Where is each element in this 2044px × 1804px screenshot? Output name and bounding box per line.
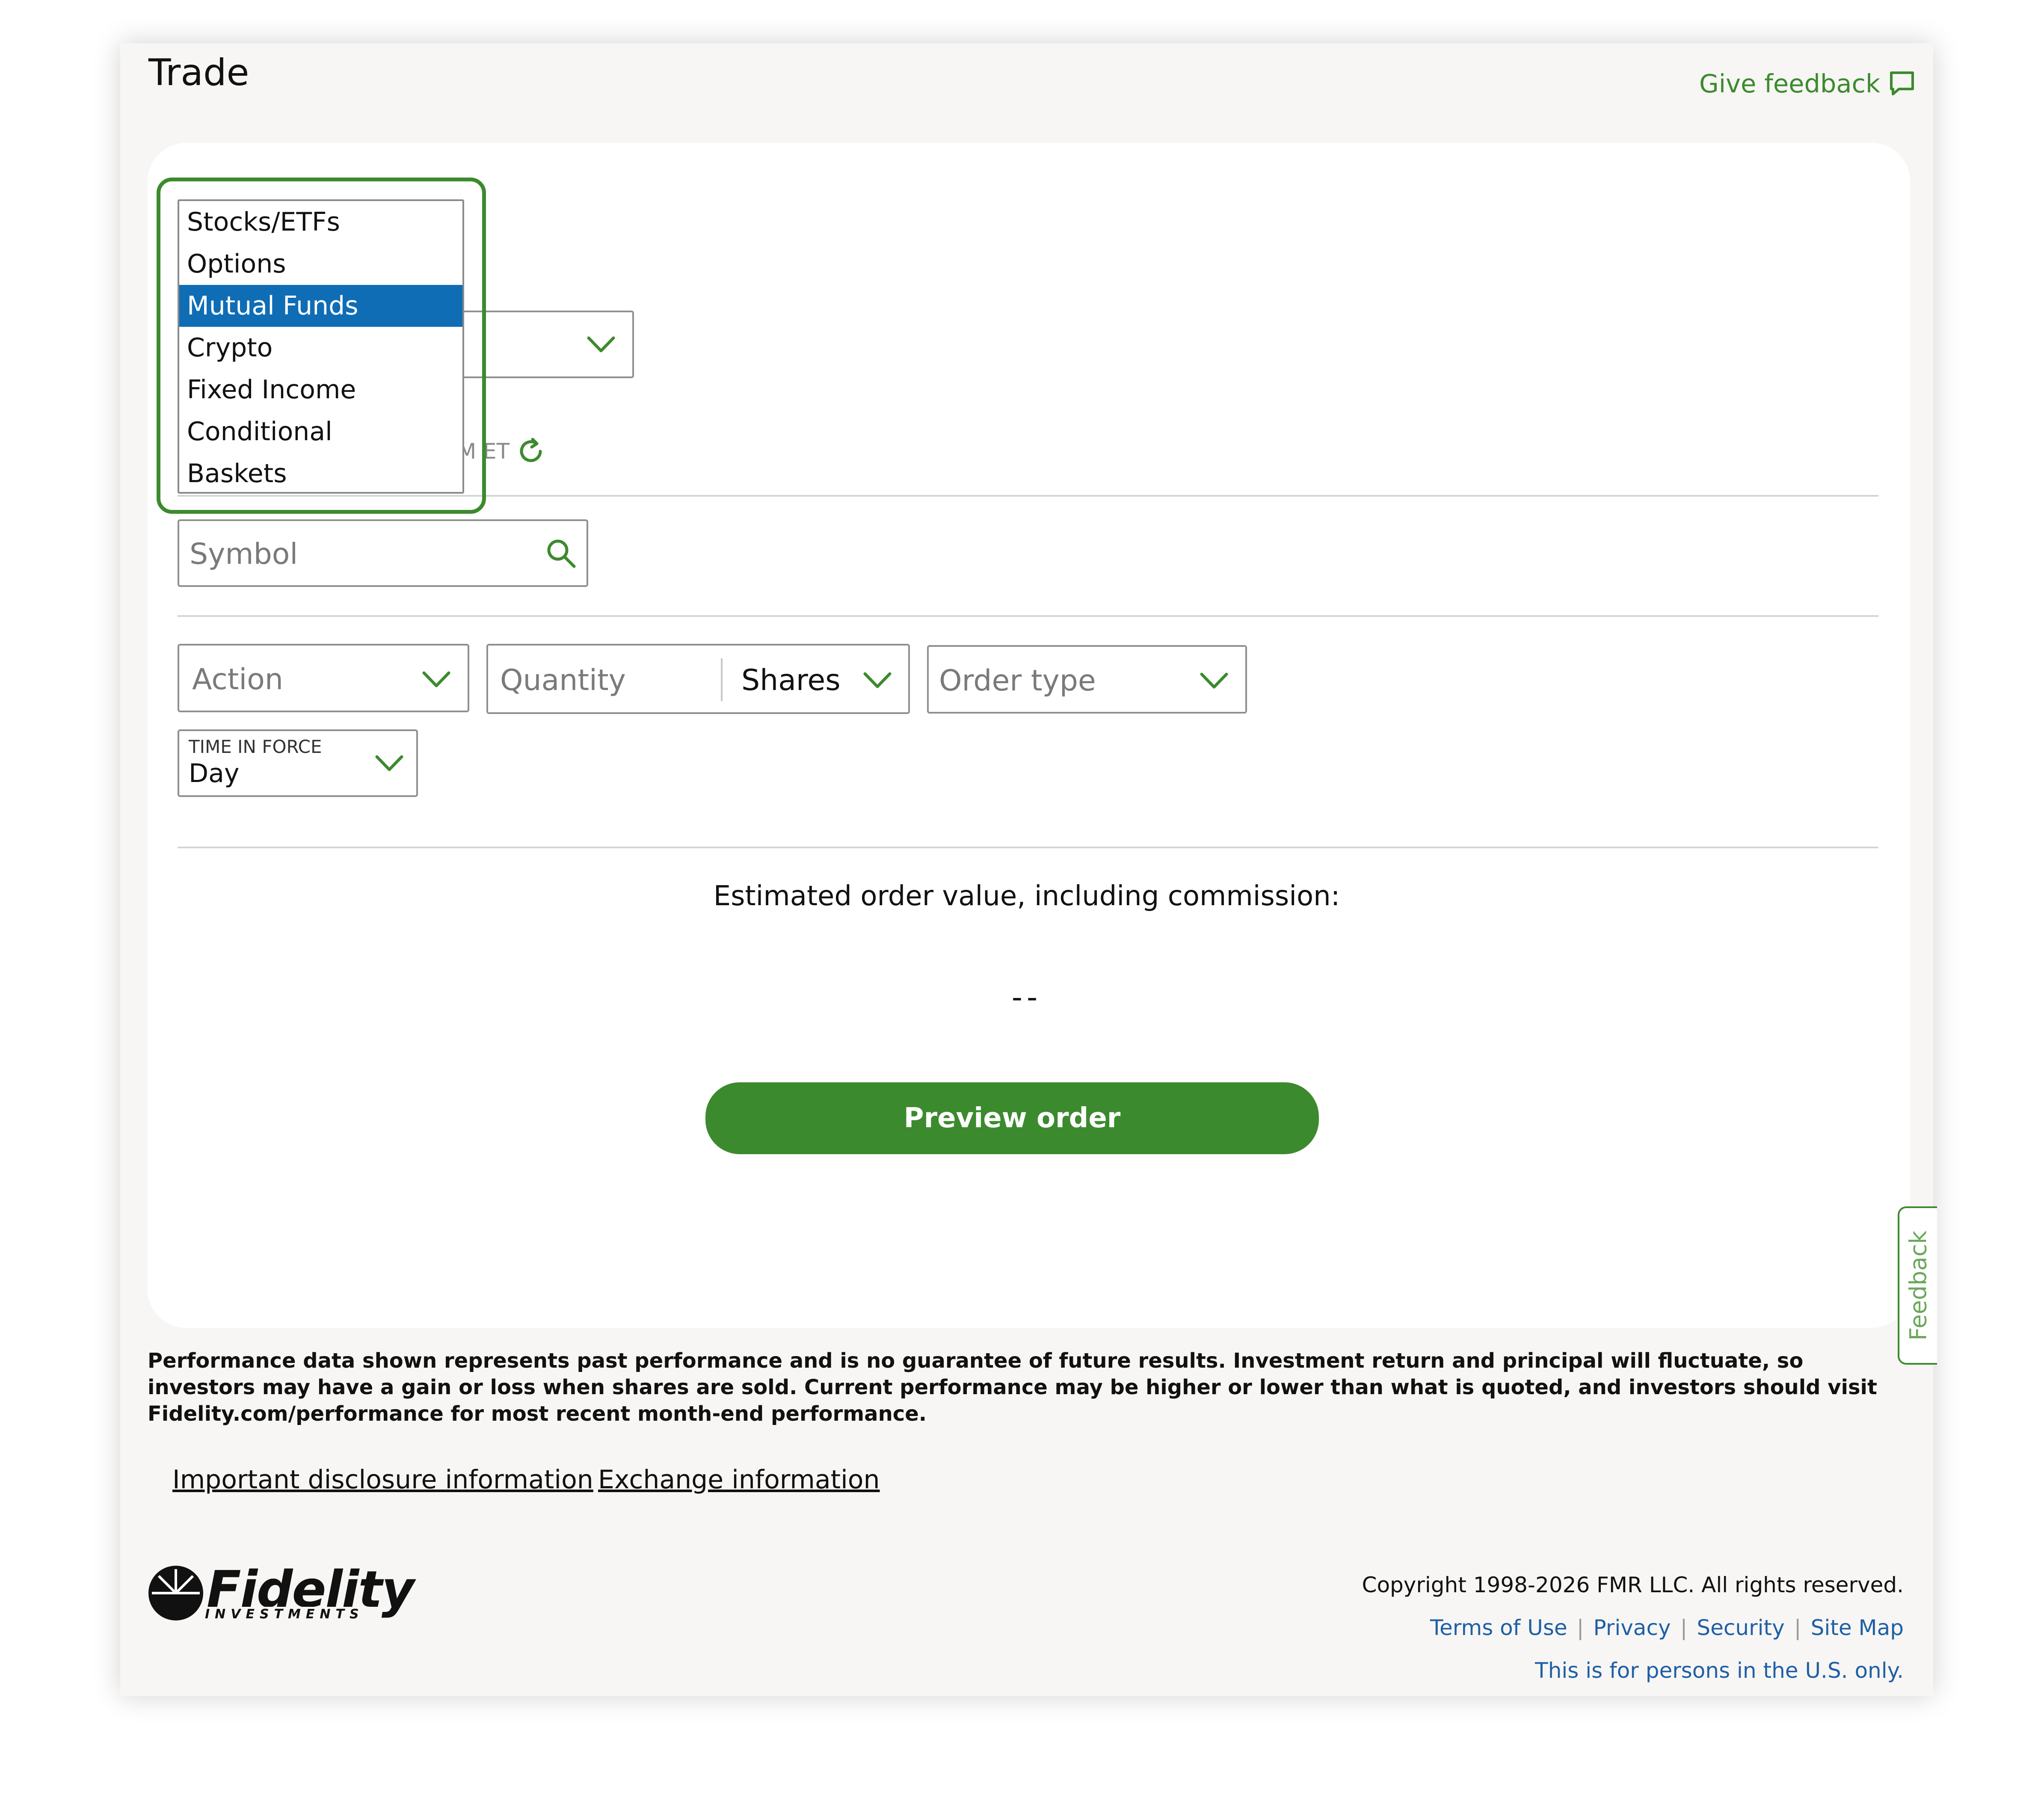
quantity-group: Quantity Shares bbox=[486, 644, 910, 714]
trade-type-option-fixed-income[interactable]: Fixed Income bbox=[179, 369, 462, 411]
trade-type-option-mutual-funds[interactable]: Mutual Funds bbox=[179, 285, 462, 327]
chevron-down-icon[interactable] bbox=[862, 669, 892, 691]
fidelity-logo[interactable]: Fidelity INVESTMENTS bbox=[147, 1560, 429, 1626]
time-in-force-select[interactable]: TIME IN FORCE Day bbox=[178, 729, 418, 797]
trade-type-option-baskets[interactable]: Baskets bbox=[179, 453, 462, 492]
comment-icon bbox=[1890, 71, 1914, 95]
privacy-link[interactable]: Privacy bbox=[1594, 1615, 1671, 1640]
preview-order-button[interactable]: Preview order bbox=[705, 1082, 1319, 1154]
page-title: Trade bbox=[148, 51, 249, 94]
give-feedback-label: Give feedback bbox=[1699, 68, 1881, 98]
trade-type-dropdown: Stocks/ETFs Options Mutual Funds Crypto … bbox=[178, 199, 464, 494]
estimate-label: Estimated order value, including commiss… bbox=[713, 880, 1340, 912]
quantity-placeholder[interactable]: Quantity bbox=[500, 664, 626, 697]
separator: | bbox=[1794, 1615, 1801, 1640]
terms-of-use-link[interactable]: Terms of Use bbox=[1430, 1615, 1567, 1640]
symbol-placeholder: Symbol bbox=[190, 537, 298, 571]
trade-type-option-conditional[interactable]: Conditional bbox=[179, 411, 462, 453]
site-map-link[interactable]: Site Map bbox=[1811, 1615, 1904, 1640]
trade-type-option-crypto[interactable]: Crypto bbox=[179, 327, 462, 369]
estimate-value: -- bbox=[1011, 980, 1042, 1015]
chevron-down-icon bbox=[422, 671, 450, 687]
divider bbox=[178, 847, 1878, 848]
action-placeholder: Action bbox=[192, 663, 283, 696]
chevron-down-icon bbox=[1200, 672, 1228, 689]
fidelity-logo-subtext: INVESTMENTS bbox=[205, 1607, 364, 1622]
quantity-unit-value[interactable]: Shares bbox=[741, 664, 841, 697]
chevron-down-icon bbox=[375, 755, 403, 771]
order-type-select[interactable]: Order type bbox=[927, 645, 1247, 714]
chevron-down-icon bbox=[587, 336, 615, 353]
order-type-placeholder: Order type bbox=[939, 664, 1096, 698]
symbol-input[interactable]: Symbol bbox=[178, 519, 588, 587]
feedback-tab-label: Feedback bbox=[1905, 1230, 1932, 1341]
time-in-force-label: TIME IN FORCE bbox=[189, 736, 322, 757]
trade-type-option-stocks-etfs[interactable]: Stocks/ETFs bbox=[179, 201, 462, 243]
divider bbox=[178, 615, 1878, 617]
important-disclosure-link[interactable]: Important disclosure information bbox=[172, 1465, 593, 1495]
feedback-tab[interactable]: Feedback bbox=[1898, 1206, 1937, 1365]
refresh-icon[interactable] bbox=[515, 436, 546, 467]
performance-disclaimer: Performance data shown represents past p… bbox=[148, 1349, 1877, 1426]
separator: | bbox=[1576, 1615, 1584, 1640]
us-only-notice: This is for persons in the U.S. only. bbox=[1535, 1658, 1904, 1683]
security-link[interactable]: Security bbox=[1697, 1615, 1784, 1640]
fidelity-pyramid-icon bbox=[148, 1566, 203, 1620]
separator: | bbox=[1680, 1615, 1688, 1640]
time-in-force-value: Day bbox=[189, 758, 240, 788]
footer-links: Terms of Use | Privacy | Security | Site… bbox=[1198, 1615, 1904, 1640]
trade-type-option-options[interactable]: Options bbox=[179, 243, 462, 285]
search-icon[interactable] bbox=[545, 537, 578, 570]
give-feedback-link[interactable]: Give feedback bbox=[1699, 66, 1916, 101]
exchange-information-link[interactable]: Exchange information bbox=[598, 1465, 880, 1495]
copyright-text: Copyright 1998-2026 FMR LLC. All rights … bbox=[1362, 1573, 1904, 1597]
field-divider bbox=[721, 658, 723, 701]
action-select[interactable]: Action bbox=[178, 644, 469, 712]
